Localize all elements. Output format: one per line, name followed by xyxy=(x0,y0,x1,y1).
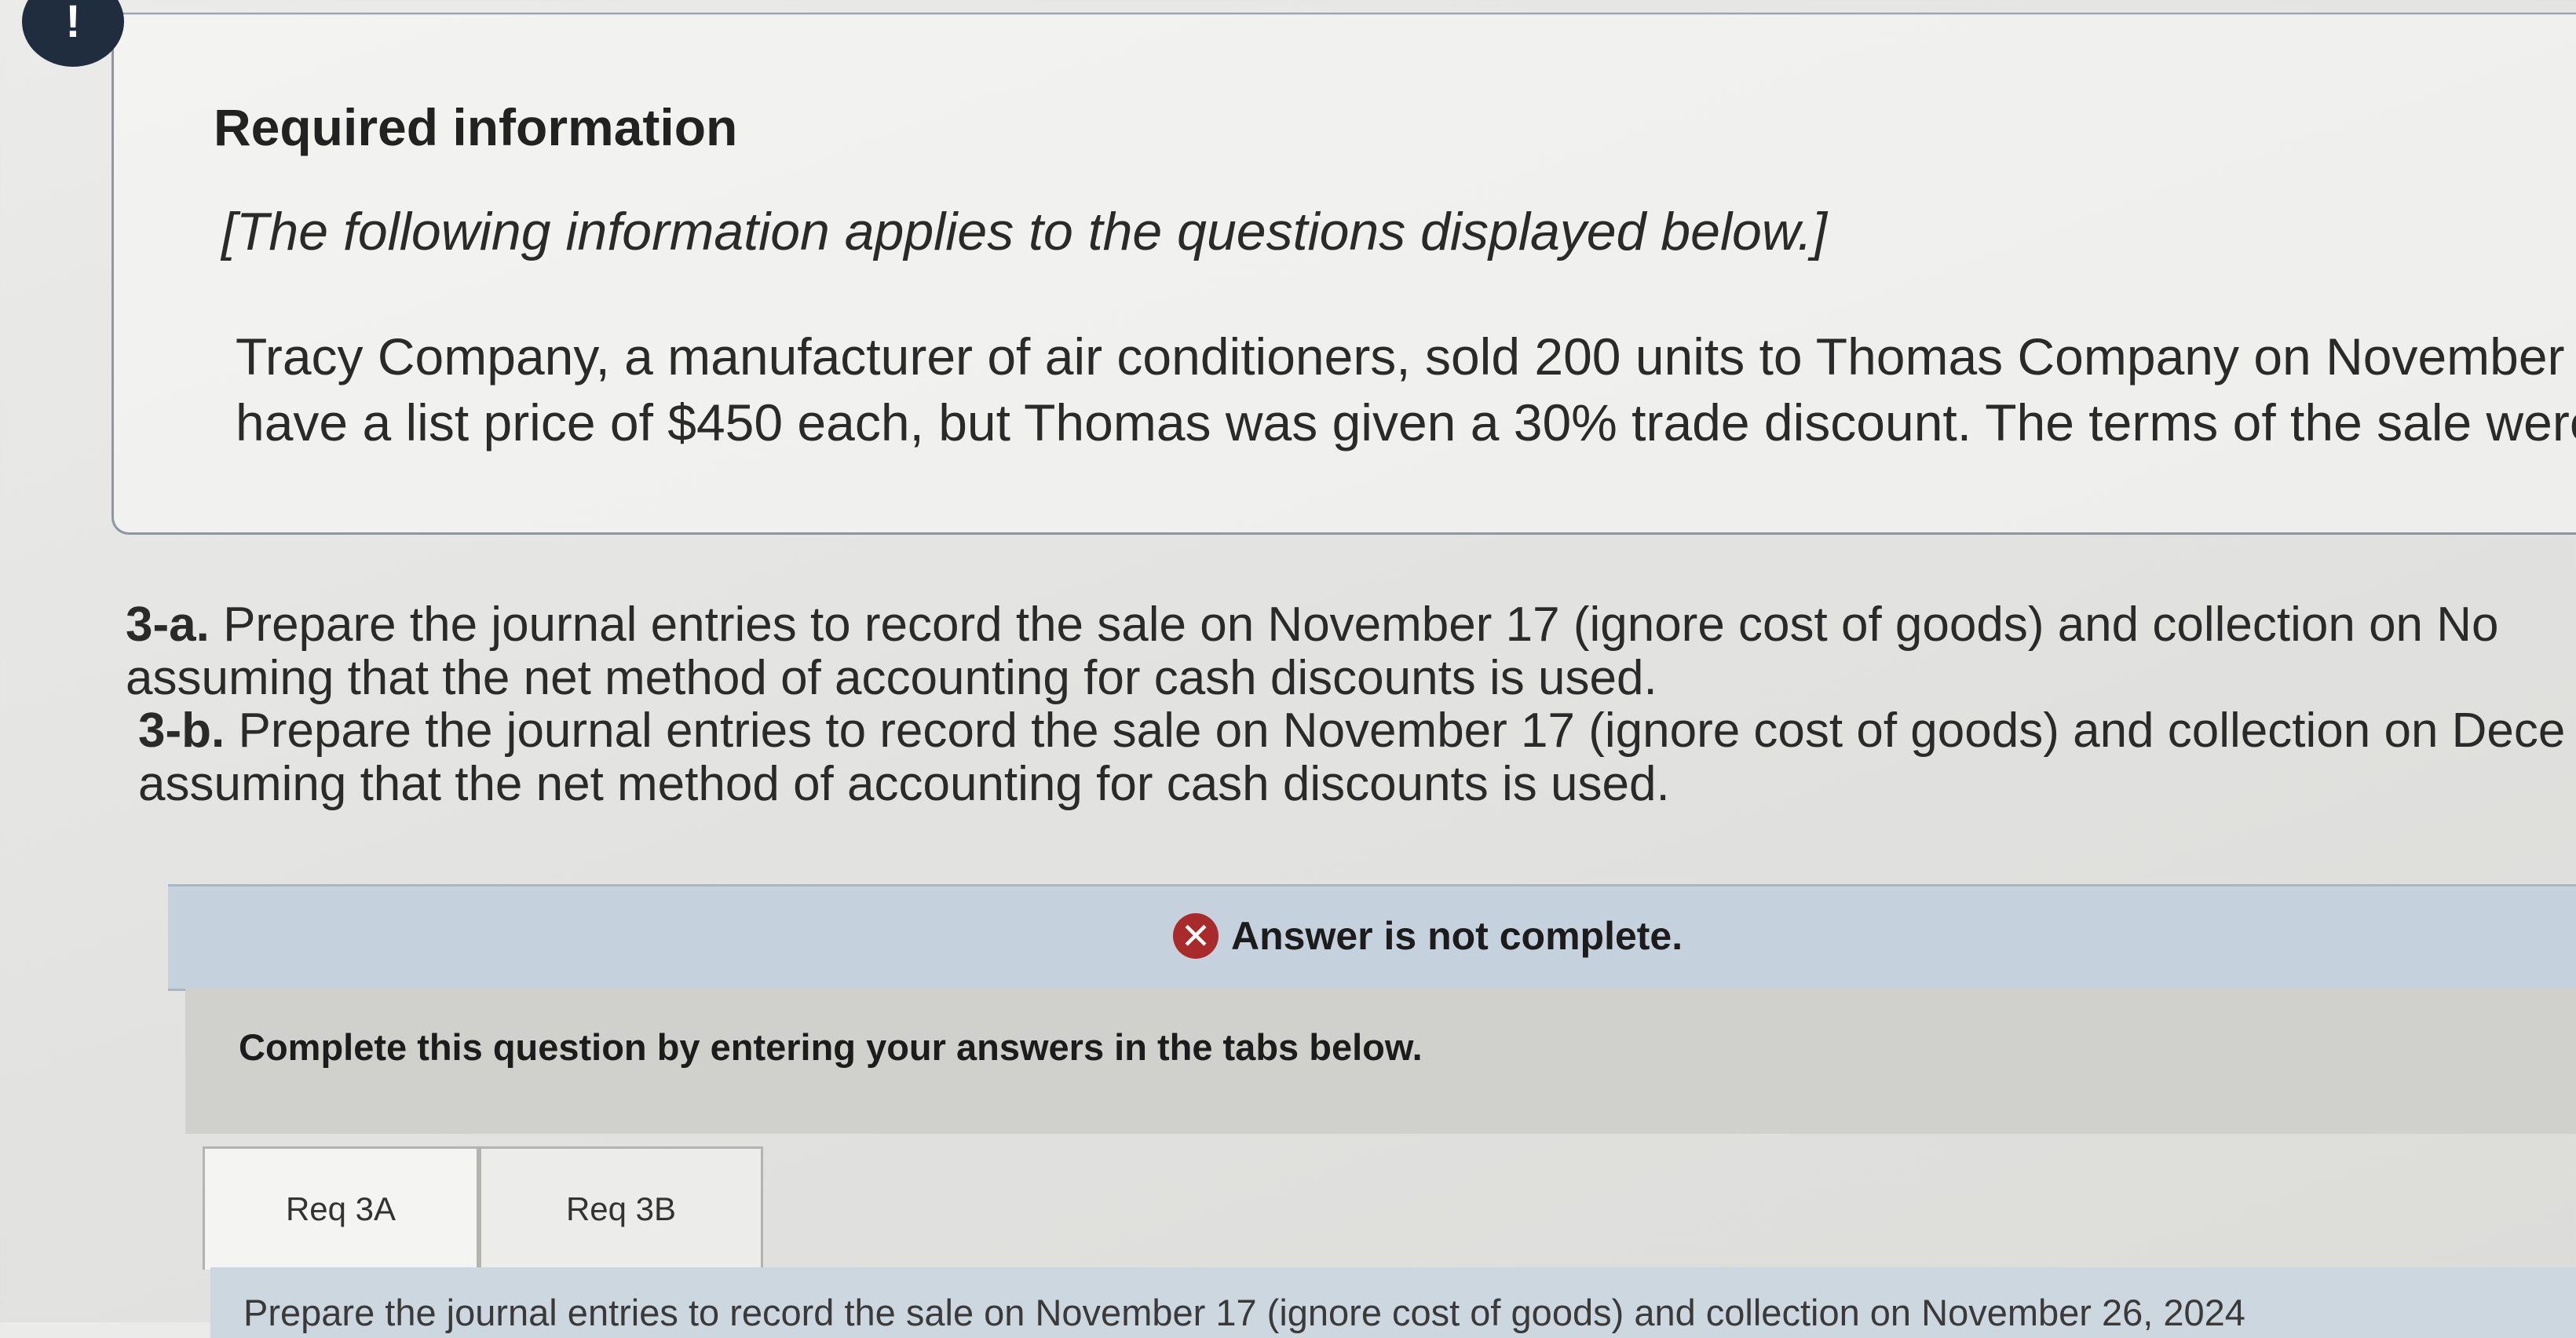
requirement-3a: 3-a. Prepare the journal entries to reco… xyxy=(126,598,2499,705)
requirement-3b-text: Prepare the journal entries to record th… xyxy=(238,704,2566,758)
alert-icon: ! xyxy=(22,0,124,67)
tab-req-3a[interactable]: Req 3A xyxy=(203,1146,479,1270)
requirement-3b: 3-b. Prepare the journal entries to reco… xyxy=(138,704,2565,811)
info-body-text: Tracy Company, a manufacturer of air con… xyxy=(236,324,2576,455)
info-applies-note: [The following information applies to th… xyxy=(221,202,1828,261)
tab-prompt-text: Prepare the journal entries to record th… xyxy=(243,1292,2245,1333)
answer-status: ✕ Answer is not complete. xyxy=(1173,913,1683,959)
requirement-3b-tag: 3-b. xyxy=(138,704,225,758)
instruction-text: Complete this question by entering your … xyxy=(239,1026,1423,1068)
requirement-3a-tag: 3-a. xyxy=(126,598,210,652)
requirement-3b-text-cont: assuming that the net method of accounti… xyxy=(138,757,1670,811)
info-body-line: have a list price of $450 each, but Thom… xyxy=(236,393,2576,451)
required-information-title: Required information xyxy=(214,98,738,156)
requirement-3a-text: Prepare the journal entries to record th… xyxy=(223,598,2499,652)
required-information-panel xyxy=(111,14,2576,535)
error-x-icon: ✕ xyxy=(1173,913,1219,959)
info-body-line: Tracy Company, a manufacturer of air con… xyxy=(236,327,2565,386)
requirement-3a-text-cont: assuming that the net method of accounti… xyxy=(126,651,1657,705)
tab-req-3b[interactable]: Req 3B xyxy=(479,1146,763,1270)
answer-status-text: Answer is not complete. xyxy=(1231,914,1683,958)
